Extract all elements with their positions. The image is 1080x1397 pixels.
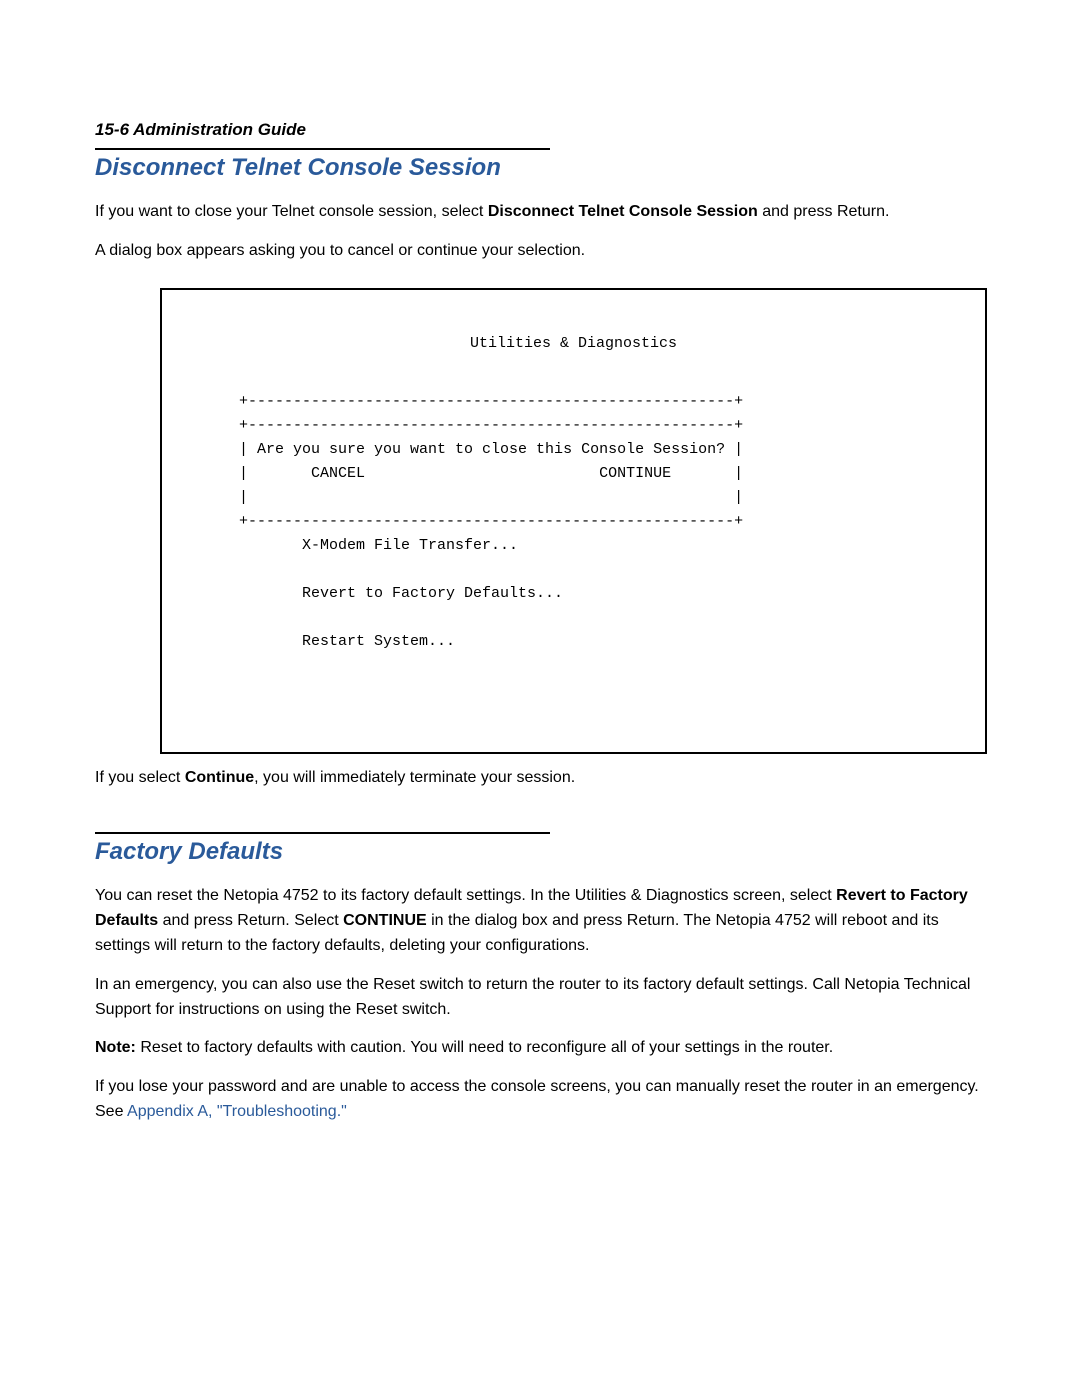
paragraph: If you lose your password and are unable… xyxy=(95,1075,985,1125)
text: You can reset the Netopia 4752 to its fa… xyxy=(95,887,836,904)
paragraph: If you want to close your Telnet console… xyxy=(95,200,985,225)
section-rule xyxy=(95,832,550,834)
text: and press Return. Select xyxy=(158,912,343,929)
bold-text: CONTINUE xyxy=(343,912,427,929)
heading-disconnect: Disconnect Telnet Console Session xyxy=(95,154,985,182)
text: , you will immediately terminate your se… xyxy=(254,769,575,786)
terminal-title: Utilities & Diagnostics xyxy=(176,332,971,356)
terminal-screenshot: Utilities & Diagnostics +---------------… xyxy=(160,288,987,754)
page-header: 15-6 Administration Guide xyxy=(95,120,985,140)
terminal-line: | CANCEL CONTINUE | xyxy=(176,465,743,482)
terminal-line: +---------------------------------------… xyxy=(176,393,743,410)
paragraph: In an emergency, you can also use the Re… xyxy=(95,973,985,1023)
paragraph: Note: Reset to factory defaults with cau… xyxy=(95,1036,985,1061)
terminal-line: +---------------------------------------… xyxy=(176,513,743,530)
link-appendix-a[interactable]: Appendix A, "Troubleshooting." xyxy=(127,1103,347,1120)
bold-text: Disconnect Telnet Console Session xyxy=(488,203,758,220)
terminal-menu-item: Restart System... xyxy=(176,633,455,650)
text: Reset to factory defaults with caution. … xyxy=(136,1039,833,1056)
terminal-menu-item: X-Modem File Transfer... xyxy=(176,537,518,554)
terminal-menu-item: Revert to Factory Defaults... xyxy=(176,585,563,602)
text: If you select xyxy=(95,769,185,786)
heading-factory-defaults: Factory Defaults xyxy=(95,838,985,866)
terminal-line: | Are you sure you want to close this Co… xyxy=(176,441,743,458)
paragraph: If you select Continue, you will immedia… xyxy=(95,766,985,791)
text: and press Return. xyxy=(758,203,890,220)
bold-text: Continue xyxy=(185,769,254,786)
terminal-line: +---------------------------------------… xyxy=(176,417,743,434)
paragraph: You can reset the Netopia 4752 to its fa… xyxy=(95,884,985,958)
text: If you want to close your Telnet console… xyxy=(95,203,488,220)
bold-text: Note: xyxy=(95,1039,136,1056)
terminal-line: | | xyxy=(176,489,743,506)
section-rule xyxy=(95,148,550,150)
paragraph: A dialog box appears asking you to cance… xyxy=(95,239,985,264)
